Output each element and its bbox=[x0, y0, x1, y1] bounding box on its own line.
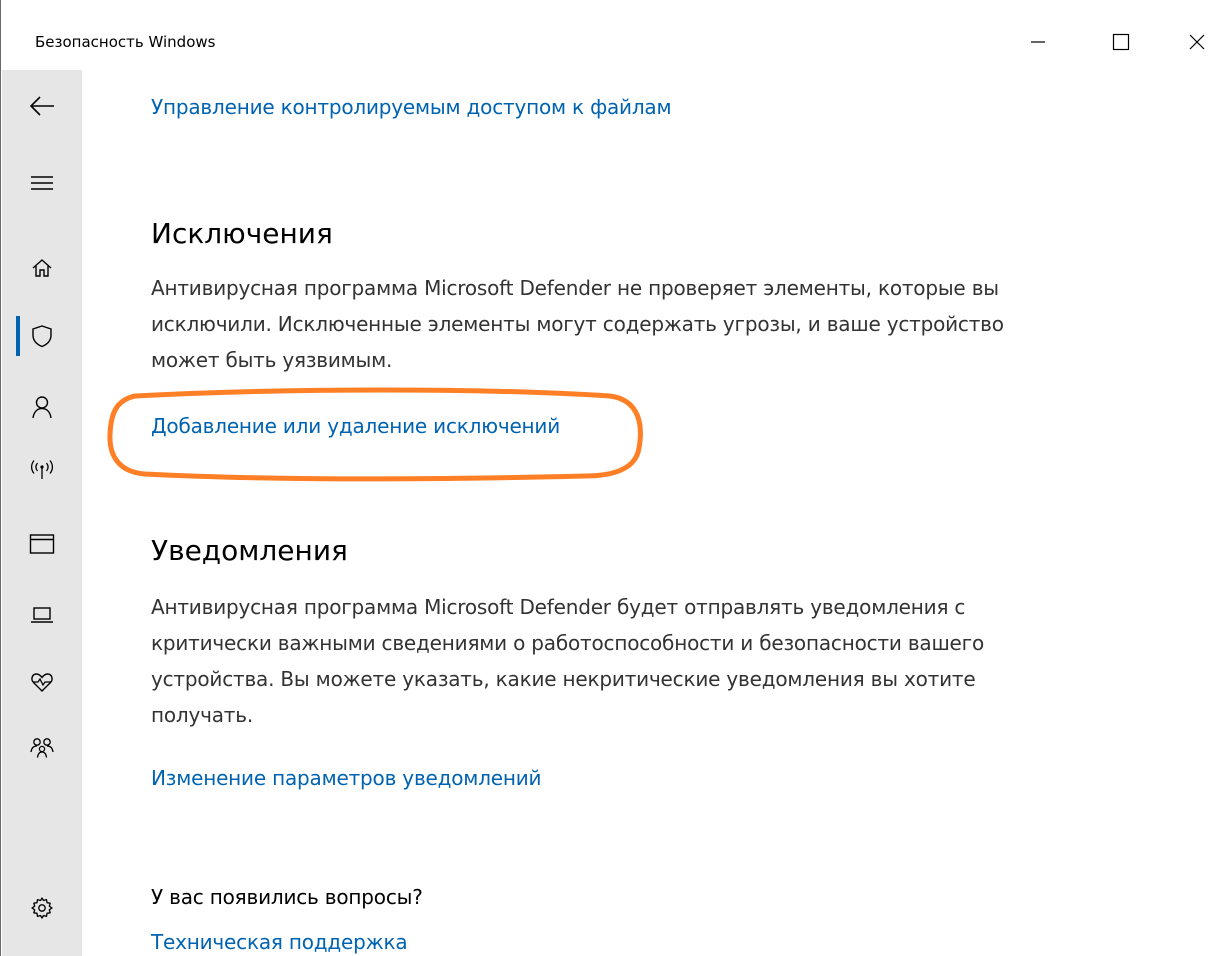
person-icon bbox=[32, 396, 52, 419]
main-content: Управление контролируемым доступом к фай… bbox=[151, 0, 1191, 956]
nav-virus-protection[interactable] bbox=[2, 312, 82, 360]
nav-family[interactable] bbox=[2, 724, 82, 772]
family-icon bbox=[30, 738, 54, 758]
help-question: У вас появились вопросы? bbox=[151, 885, 423, 909]
window-icon bbox=[29, 534, 55, 554]
gear-icon bbox=[31, 897, 53, 919]
nav-home[interactable] bbox=[2, 244, 82, 292]
wireless-icon bbox=[30, 460, 54, 479]
nav-settings[interactable] bbox=[2, 884, 82, 932]
nav-device-health[interactable] bbox=[2, 658, 82, 706]
sidebar bbox=[2, 70, 82, 956]
laptop-icon bbox=[31, 607, 53, 623]
controlled-folder-access-link[interactable]: Управление контролируемым доступом к фай… bbox=[151, 95, 672, 119]
add-remove-exclusions-link[interactable]: Добавление или удаление исключений bbox=[151, 414, 560, 438]
nav-app-browser[interactable] bbox=[2, 520, 82, 568]
nav-account[interactable] bbox=[2, 383, 82, 431]
exclusions-heading: Исключения bbox=[151, 217, 333, 250]
notifications-description: Антивирусная программа Microsoft Defende… bbox=[151, 595, 985, 727]
windows-security-window: Безопасность Windows Управление контроли… bbox=[0, 0, 1227, 956]
hamburger-icon bbox=[31, 176, 53, 190]
tech-support-link[interactable]: Техническая поддержка bbox=[151, 930, 408, 954]
back-button[interactable] bbox=[2, 82, 82, 130]
nav-firewall[interactable] bbox=[2, 446, 82, 494]
nav-device-security[interactable] bbox=[2, 591, 82, 639]
home-icon bbox=[32, 259, 52, 277]
menu-button[interactable] bbox=[2, 159, 82, 207]
heart-icon bbox=[31, 673, 53, 692]
notifications-heading: Уведомления bbox=[151, 534, 348, 567]
exclusions-description: Антивирусная программа Microsoft Defende… bbox=[151, 276, 1004, 372]
change-notification-settings-link[interactable]: Изменение параметров уведомлений bbox=[151, 766, 542, 790]
shield-icon bbox=[32, 325, 52, 348]
back-arrow-icon bbox=[29, 96, 54, 116]
